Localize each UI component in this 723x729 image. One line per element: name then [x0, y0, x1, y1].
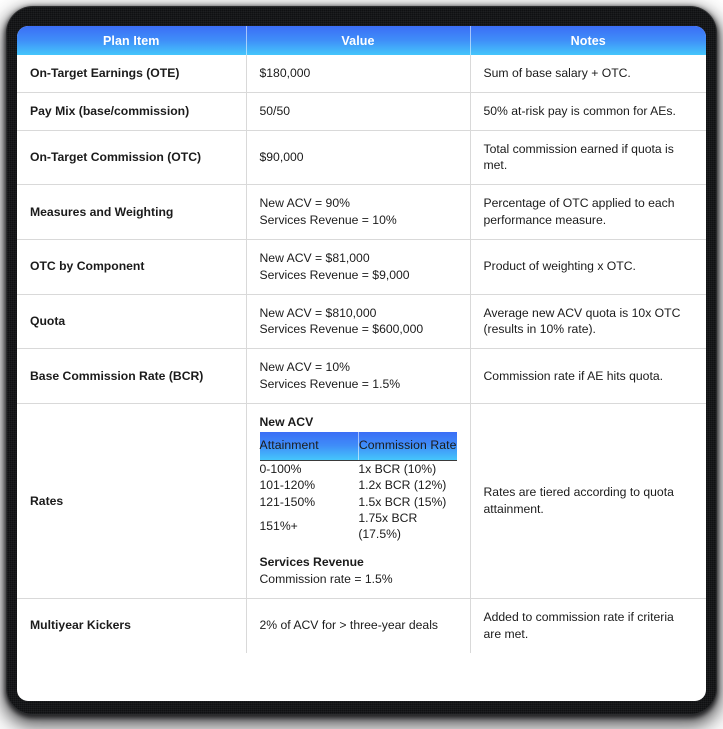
tier-rate: 1.2x BCR (12%)	[358, 478, 447, 493]
tier-row: 151%+ 1.75x BCR (17.5%)	[260, 510, 457, 542]
cell-plan-item: Quota	[17, 293, 247, 349]
cell-notes: Commission rate if AE hits quota.	[470, 348, 706, 404]
screenshot-root: Plan Item Value Notes On-Target Earnings…	[0, 0, 723, 729]
value-line: 50/50	[259, 103, 291, 118]
cell-value: $90,000	[246, 129, 471, 185]
value-line: New ACV = 90%	[259, 196, 350, 211]
table-row: Measures and Weighting New ACV = 90% Ser…	[17, 184, 706, 240]
rates-services-title: Services Revenue	[259, 555, 364, 570]
value-line: 2% of ACV for > three-year deals	[259, 618, 439, 633]
cell-value: 2% of ACV for > three-year deals	[246, 598, 471, 653]
tier-header-row: Attainment Commission Rate	[259, 431, 457, 462]
cell-notes: 50% at-risk pay is common for AEs.	[470, 91, 706, 131]
column-header-value: Value	[246, 26, 471, 55]
tier-attainment: 101-120%	[259, 478, 316, 493]
table-row: On-Target Commission (OTC) $90,000 Total…	[17, 129, 706, 185]
tier-rate: 1.5x BCR (15%)	[358, 494, 447, 509]
tier-table: Attainment Commission Rate 0-100% 1x BCR…	[259, 431, 457, 543]
value-line: $180,000	[259, 66, 311, 80]
value-line: Services Revenue = 1.5%	[259, 377, 401, 392]
value-line: New ACV = $81,000	[259, 250, 370, 265]
column-header-notes: Notes	[470, 26, 706, 55]
table-card: Plan Item Value Notes On-Target Earnings…	[17, 26, 706, 701]
cell-value: 50/50	[246, 91, 471, 131]
value-line: Services Revenue = $9,000	[259, 267, 410, 282]
table-row: OTC by Component New ACV = $81,000 Servi…	[17, 238, 706, 295]
table-body: On-Target Earnings (OTE) $180,000 Sum of…	[17, 55, 706, 653]
tier-table-header: Attainment Commission Rate	[259, 431, 457, 462]
rates-services-line: Commission rate = 1.5%	[259, 572, 393, 587]
table-row: Multiyear Kickers 2% of ACV for > three-…	[17, 598, 706, 653]
cell-plan-item: Multiyear Kickers	[17, 598, 247, 653]
cell-value: New ACV = 10% Services Revenue = 1.5%	[246, 348, 471, 404]
cell-plan-item: Measures and Weighting	[17, 184, 247, 240]
tier-row: 0-100% 1x BCR (10%)	[260, 461, 457, 478]
rates-new-acv-title: New ACV	[259, 414, 314, 429]
cell-plan-item: Pay Mix (base/commission)	[17, 91, 247, 131]
cell-plan-item: OTC by Component	[17, 238, 247, 295]
cell-notes: Added to commission rate if criteria are…	[470, 598, 706, 653]
value-line: New ACV = 10%	[259, 360, 350, 375]
tier-header-attainment: Attainment	[259, 431, 359, 462]
cell-plan-item: On-Target Earnings (OTE)	[17, 55, 247, 93]
value-line: $90,000	[259, 150, 304, 165]
tier-attainment: 0-100%	[259, 462, 302, 477]
tier-header-commission-rate: Commission Rate	[358, 431, 457, 462]
cell-plan-item: On-Target Commission (OTC)	[17, 129, 247, 185]
table-row: Quota New ACV = $810,000 Services Revenu…	[17, 293, 706, 349]
value-line: Services Revenue = $600,000	[259, 322, 424, 337]
tier-attainment: 151%+	[259, 519, 298, 534]
compensation-plan-table: Plan Item Value Notes On-Target Earnings…	[17, 26, 706, 653]
cell-notes: Total commission earned if quota is met.	[470, 129, 706, 185]
cell-value: New ACV = 90% Services Revenue = 10%	[246, 184, 471, 240]
table-row: Pay Mix (base/commission) 50/50 50% at-r…	[17, 91, 706, 131]
value-line: New ACV = $810,000	[259, 305, 377, 320]
cell-plan-item: Base Commission Rate (BCR)	[17, 348, 247, 404]
table-header: Plan Item Value Notes	[17, 26, 706, 55]
value-line: Services Revenue = 10%	[259, 213, 397, 228]
cell-notes: Average new ACV quota is 10x OTC (result…	[470, 293, 706, 349]
column-header-plan-item: Plan Item	[17, 26, 247, 55]
table-row-rates: Rates New ACV Attainment Commission Rate	[17, 402, 706, 599]
cell-notes: Sum of base salary + OTC.	[483, 66, 631, 80]
cell-notes: Rates are tiered according to quota atta…	[470, 402, 706, 599]
table-row: Base Commission Rate (BCR) New ACV = 10%…	[17, 348, 706, 404]
cell-notes: Percentage of OTC applied to each perfor…	[470, 184, 706, 240]
tier-attainment: 121-150%	[259, 494, 316, 509]
cell-value: New ACV = $81,000 Services Revenue = $9,…	[246, 238, 471, 295]
cell-plan-item: Rates	[17, 402, 247, 599]
tier-rate: 1x BCR (10%)	[358, 462, 437, 477]
table-row: On-Target Earnings (OTE) $180,000 Sum of…	[17, 55, 706, 93]
header-row: Plan Item Value Notes	[17, 26, 706, 55]
tier-row: 101-120% 1.2x BCR (12%)	[260, 477, 457, 493]
cell-notes: Product of weighting x OTC.	[470, 238, 706, 295]
cell-value: New ACV = $810,000 Services Revenue = $6…	[246, 293, 471, 349]
cell-value: $180,000	[246, 55, 471, 93]
rates-block: New ACV Attainment Commission Rate 0-100…	[259, 414, 457, 588]
tier-row: 121-150% 1.5x BCR (15%)	[260, 494, 457, 510]
tier-table-body: 0-100% 1x BCR (10%) 101-120% 1.2x BCR (1…	[260, 461, 457, 543]
tier-rate: 1.75x BCR (17.5%)	[358, 510, 418, 542]
cell-value-rates: New ACV Attainment Commission Rate 0-100…	[246, 402, 471, 599]
